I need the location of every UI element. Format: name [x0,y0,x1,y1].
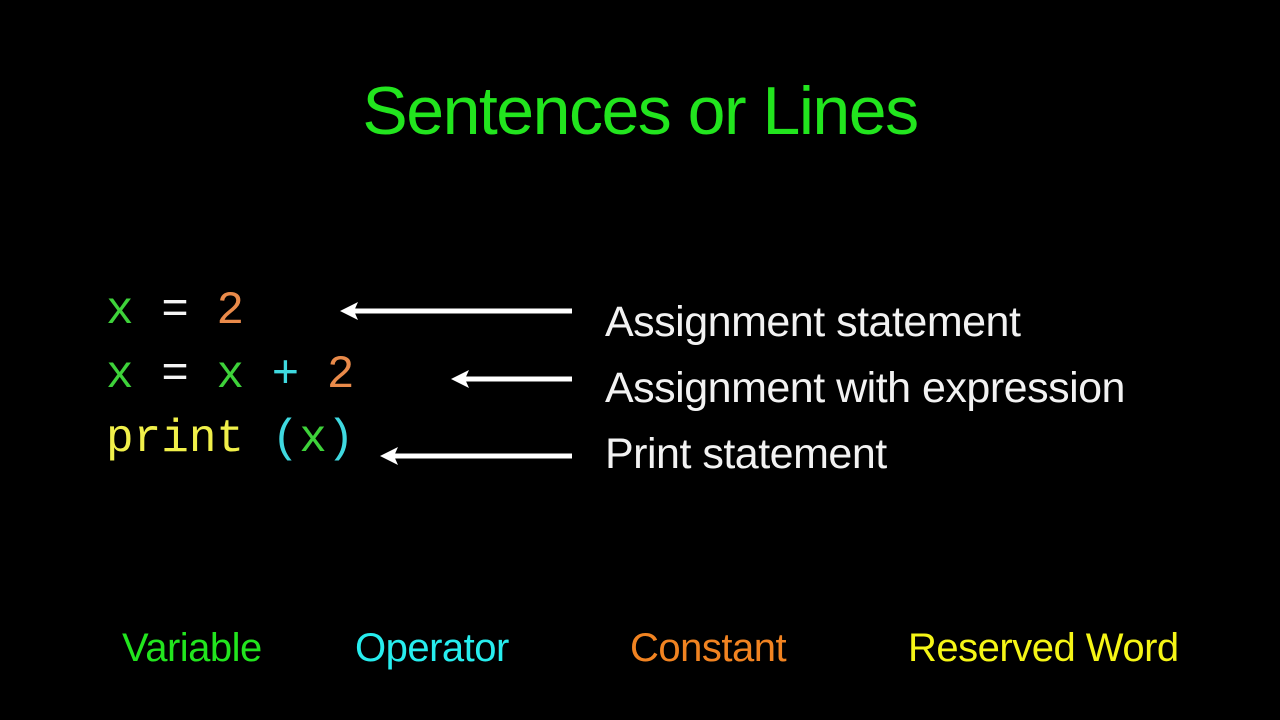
arrow-left-icon [451,370,572,388]
token-constant: 2 [216,285,245,337]
token-constant: 2 [326,349,355,401]
token-operator: = [133,285,217,337]
code-line-2: x = x + 2 [106,352,354,398]
description-assignment-expression: Assignment with expression [605,364,1125,412]
token-variable: x [299,413,327,465]
token-operator: = [133,349,217,401]
code-line-1: x = 2 [106,288,244,334]
arrow-left-icon [380,447,572,465]
description-assignment: Assignment statement [605,298,1021,346]
slide-title: Sentences or Lines [362,73,919,149]
legend-constant: Constant [630,626,787,670]
token-variable: x [216,349,245,401]
token-variable: x [106,349,134,401]
token-paren-close: ) [326,413,355,465]
legend-reserved-word: Reserved Word [908,626,1179,670]
token-reserved-word: print [106,413,245,465]
legend-variable: Variable [122,626,262,670]
token-variable: x [106,285,134,337]
token-operator-plus: + [244,349,327,401]
description-print: Print statement [605,430,887,478]
legend-operator: Operator [355,626,509,670]
token-paren-open: ( [244,413,300,465]
arrow-left-icon [340,302,572,320]
code-line-3: print (x) [106,416,354,462]
